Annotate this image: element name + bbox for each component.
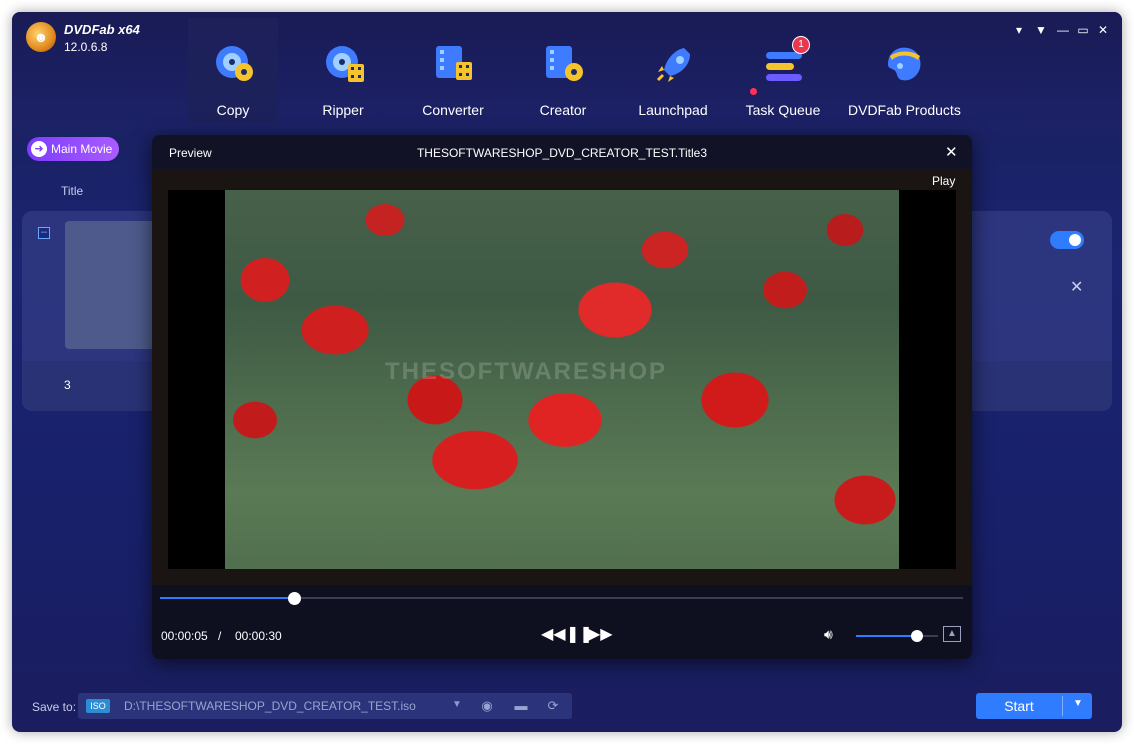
start-button[interactable]: Start ▼ <box>976 693 1092 719</box>
nav-label: Launchpad <box>638 102 708 118</box>
save-to-label: Save to: <box>32 700 77 714</box>
play-status-label: Play <box>932 174 956 188</box>
dvdfab-logo-icon: ☻ <box>26 22 56 52</box>
save-path-value: D:\THESOFTWARESHOP_DVD_CREATOR_TEST.iso <box>124 699 416 713</box>
nav-copy[interactable]: Copy <box>188 18 278 123</box>
preview-header: Preview THESOFTWARESHOP_DVD_CREATOR_TEST… <box>152 135 972 169</box>
close-icon[interactable]: ✕ <box>1094 22 1112 38</box>
folder-icon[interactable]: ▬ <box>512 697 530 715</box>
menu-icon[interactable]: ▼ <box>1032 22 1050 38</box>
volume-handle[interactable] <box>910 630 923 642</box>
task-count-badge: 1 <box>792 36 810 54</box>
main-movie-button[interactable]: ➜ Main Movie <box>27 137 119 161</box>
nav-label: Copy <box>216 102 250 118</box>
preview-dialog: Preview THESOFTWARESHOP_DVD_CREATOR_TEST… <box>152 135 972 659</box>
title-thumbnail <box>65 221 155 349</box>
start-divider <box>1062 696 1063 716</box>
total-time: 00:00:30 <box>235 629 282 643</box>
title-toggle[interactable] <box>1050 231 1084 249</box>
start-label: Start <box>1004 698 1034 714</box>
nav-label: Creator <box>539 102 587 118</box>
video-watermark: THESOFTWARESHOP <box>385 358 668 385</box>
nav-converter[interactable]: Converter <box>408 18 498 123</box>
preview-title: THESOFTWARESHOP_DVD_CREATOR_TEST.Title3 <box>416 146 708 160</box>
time-separator: / <box>218 629 222 643</box>
nav-ripper[interactable]: Ripper <box>298 18 388 123</box>
seek-progress <box>160 597 295 599</box>
top-bar: ☻ DVDFab x64 12.0.6.8 ▾ ▼ — ▭ ✕ Copy Rip… <box>12 12 1122 130</box>
main-movie-label: Main Movie <box>51 142 113 156</box>
close-icon[interactable]: ✕ <box>945 143 958 161</box>
collapse-checkbox[interactable]: – <box>38 227 50 239</box>
app-brand: DVDFab x64 <box>64 22 140 37</box>
products-icon <box>888 47 921 81</box>
nav-dvdfab-products[interactable]: DVDFab Products <box>848 18 961 123</box>
row-number: 3 <box>64 378 71 392</box>
column-header-title: Title <box>61 184 84 198</box>
maximize-icon[interactable]: ▭ <box>1074 22 1092 38</box>
volume-icon[interactable]: 🔊︎ <box>824 626 833 643</box>
save-path-field[interactable]: ISO D:\THESOFTWARESHOP_DVD_CREATOR_TEST.… <box>78 693 572 719</box>
seek-handle[interactable] <box>288 592 302 605</box>
video-frame: THESOFTWARESHOP <box>225 190 899 569</box>
current-time: 00:00:05 <box>161 629 208 643</box>
app-version: 12.0.6.8 <box>64 40 108 54</box>
notification-dot <box>750 88 757 95</box>
arrow-right-icon: ➜ <box>31 141 47 157</box>
copy-disc-icon <box>216 46 253 81</box>
rewind-icon[interactable]: ◀◀ <box>541 625 566 645</box>
rocket-icon <box>656 48 690 82</box>
iso-format-tag: ISO <box>86 699 110 713</box>
nav-label: Converter <box>422 102 484 118</box>
nav-task-queue[interactable]: 1 Task Queue <box>738 18 828 123</box>
chevron-down-icon[interactable]: ▼ <box>452 699 462 710</box>
remove-title-icon[interactable]: ✕ <box>1070 277 1083 297</box>
shirt-icon[interactable]: ▾ <box>1010 22 1028 38</box>
converter-icon <box>436 46 472 80</box>
nav-label: Task Queue <box>745 102 821 118</box>
ripper-icon <box>326 46 364 82</box>
refresh-icon[interactable]: ⟳ <box>544 697 562 715</box>
chevron-down-icon[interactable]: ▼ <box>1064 698 1092 709</box>
volume-level <box>856 635 917 637</box>
nav-launchpad[interactable]: Launchpad <box>628 18 718 123</box>
nav-creator[interactable]: Creator <box>518 18 608 123</box>
video-viewport[interactable]: THESOFTWARESHOP <box>168 190 956 569</box>
creator-icon <box>546 46 583 81</box>
nav-label: Ripper <box>322 102 364 118</box>
forward-icon[interactable]: ▶▶ <box>588 625 613 645</box>
minimize-icon[interactable]: — <box>1054 22 1072 38</box>
iso-disc-icon[interactable]: ◉ <box>478 697 496 715</box>
snapshot-icon[interactable]: ▲ <box>943 626 961 642</box>
nav-label: DVDFab Products <box>848 102 961 118</box>
